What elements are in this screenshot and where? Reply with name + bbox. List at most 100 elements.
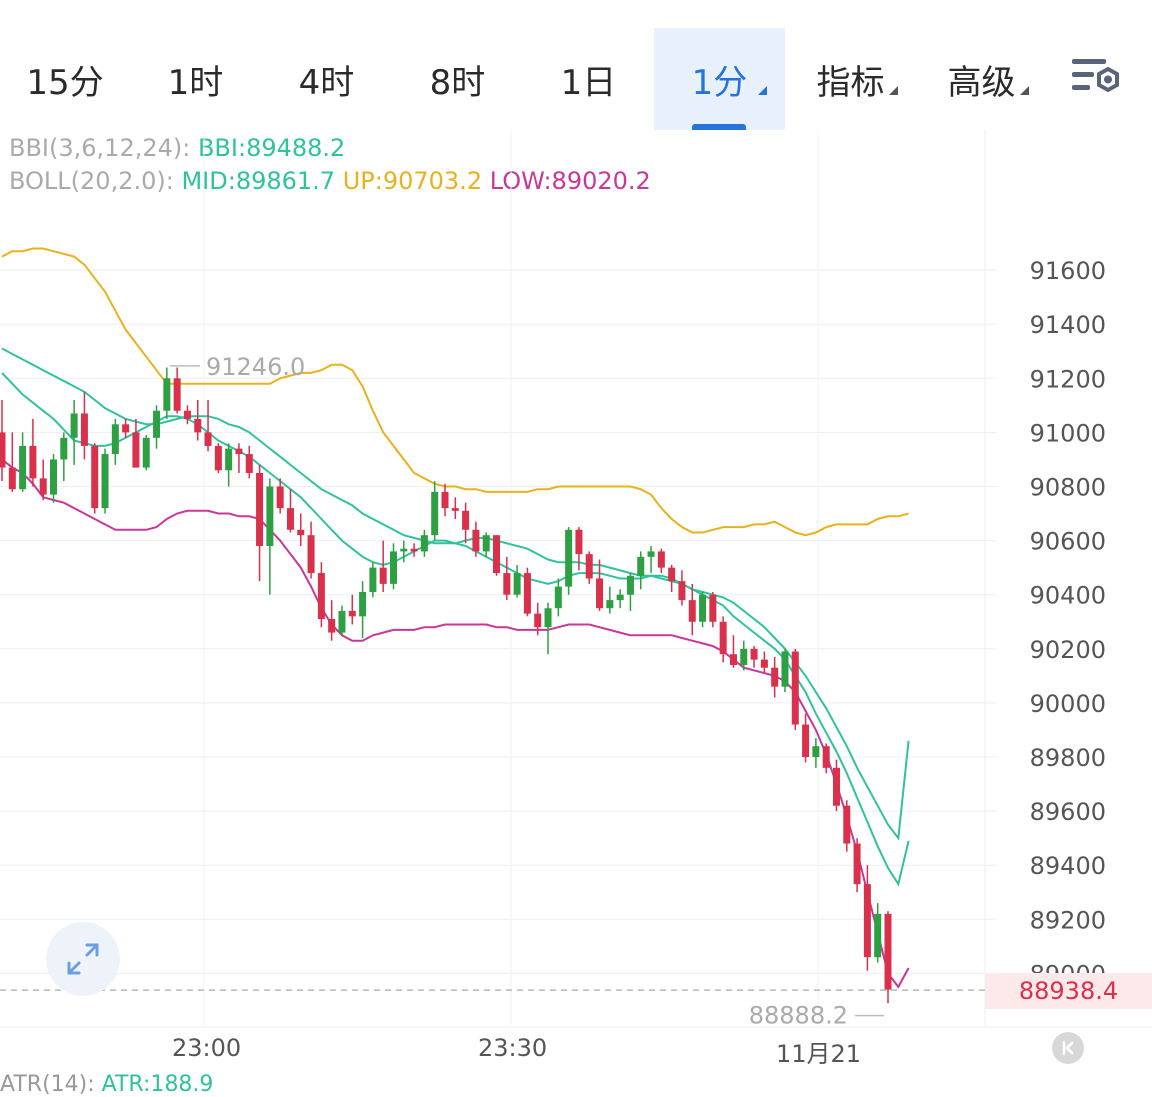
candle-body xyxy=(699,594,707,622)
candle-body xyxy=(802,724,810,757)
candle-body xyxy=(183,410,191,419)
y-tick-label: 90000 xyxy=(1030,690,1106,718)
candle-body xyxy=(245,454,253,473)
candle-body xyxy=(70,413,78,438)
last-price-tag: 88938.4 xyxy=(985,973,1152,1009)
candle-body xyxy=(286,508,294,530)
candle-body xyxy=(544,608,552,628)
candle-body xyxy=(379,567,387,584)
candle-body xyxy=(29,445,37,479)
tab-advanced[interactable]: 高级 xyxy=(916,28,1047,130)
candle-body xyxy=(750,648,758,660)
candle-body xyxy=(420,535,428,552)
candle-body xyxy=(204,432,212,446)
candle-body xyxy=(348,610,356,617)
candle-body xyxy=(822,746,830,768)
atr-value: ATR:188.9 xyxy=(101,1072,214,1097)
candle-body xyxy=(482,535,490,552)
candlestick-chart[interactable]: 91600 91400 91200 91000 90800 90600 90400 90200… xyxy=(0,130,1152,1030)
candle-body xyxy=(884,913,892,990)
candle-body xyxy=(338,610,346,633)
candle-body xyxy=(225,448,233,471)
candle-body xyxy=(328,619,336,633)
candle-body xyxy=(194,418,202,433)
candle-body xyxy=(554,586,562,609)
dropdown-triangle-icon xyxy=(1020,86,1029,95)
candle-body xyxy=(80,413,88,446)
candle-body xyxy=(163,378,171,411)
candle-body xyxy=(678,581,686,601)
tab-8h[interactable]: 8时 xyxy=(392,28,523,130)
candle-body xyxy=(214,445,222,471)
high-marker-label: 91246.0 xyxy=(206,353,305,381)
candle-body xyxy=(359,591,367,617)
candle-body xyxy=(276,486,284,509)
tab-label: 1时 xyxy=(167,62,224,103)
candle-body xyxy=(729,654,737,666)
candle-body xyxy=(565,529,573,587)
candle-body xyxy=(173,378,181,411)
dropdown-triangle-icon xyxy=(758,86,767,95)
candle-body xyxy=(523,573,531,614)
candle-body xyxy=(132,432,140,468)
candle-body xyxy=(688,600,696,622)
expand-arrows-icon[interactable] xyxy=(46,922,120,996)
atr-label: ATR(14): xyxy=(0,1072,95,1097)
candle-body xyxy=(626,575,634,595)
y-tick-label: 89600 xyxy=(1030,798,1106,826)
candle-body xyxy=(513,573,521,595)
candle-body xyxy=(142,437,150,468)
chart-settings-icon[interactable] xyxy=(1068,55,1128,105)
candle-body xyxy=(596,578,604,609)
candle-body xyxy=(91,445,99,509)
tab-label: 4时 xyxy=(298,62,355,103)
y-tick-label: 91200 xyxy=(1030,365,1106,393)
candle-body xyxy=(111,424,119,455)
tab-label: 15分 xyxy=(26,62,104,103)
atr-legend: ATR(14): ATR:188.9 xyxy=(0,1072,213,1097)
y-tick-label: 89400 xyxy=(1030,852,1106,880)
tab-label: 1日 xyxy=(560,62,617,103)
y-tick-label: 90600 xyxy=(1030,528,1106,556)
candle-body xyxy=(297,529,305,536)
candle-body xyxy=(843,805,851,844)
candle-body xyxy=(493,535,501,574)
candle-body xyxy=(400,548,408,552)
tab-1d[interactable]: 1日 xyxy=(523,28,654,130)
candle-body xyxy=(781,651,789,687)
boll-mid-line xyxy=(1,347,910,841)
candle-body xyxy=(317,573,325,620)
candle-body xyxy=(534,613,542,628)
dropdown-triangle-icon xyxy=(889,86,898,95)
candle-body xyxy=(668,567,676,582)
timeframe-tab-bar: 15分 1时 4时 8时 1日 1分 指标 高级 xyxy=(0,0,1152,130)
tab-15min[interactable]: 15分 xyxy=(0,28,130,130)
scroll-to-latest-icon[interactable] xyxy=(1052,1032,1084,1064)
candle-body xyxy=(451,508,459,511)
candle-body xyxy=(369,567,377,592)
candle-body xyxy=(657,551,665,568)
candle-body xyxy=(389,551,397,584)
candle-body xyxy=(719,621,727,655)
tab-label: 指标 xyxy=(816,62,885,103)
low-marker-label: 88888.2 xyxy=(749,1002,848,1030)
tab-label: 高级 xyxy=(947,62,1016,103)
candle-body xyxy=(863,884,871,958)
candle-body xyxy=(585,554,593,579)
boll-lower-line xyxy=(1,458,910,989)
candle-body xyxy=(235,448,243,455)
candle-body xyxy=(256,472,264,547)
candle-body xyxy=(647,551,655,557)
candle-body xyxy=(503,573,511,595)
tab-label: 8时 xyxy=(429,62,486,103)
candle-body xyxy=(19,445,27,490)
candle-body xyxy=(462,510,470,530)
tab-1h[interactable]: 1时 xyxy=(130,28,261,130)
candle-body xyxy=(791,651,799,725)
tab-indicators[interactable]: 指标 xyxy=(785,28,916,130)
x-axis-label: 23:00 xyxy=(172,1034,242,1062)
candle-body xyxy=(410,548,418,552)
tab-1min[interactable]: 1分 xyxy=(654,28,785,130)
tab-4h[interactable]: 4时 xyxy=(261,28,392,130)
candle-body xyxy=(431,491,439,536)
